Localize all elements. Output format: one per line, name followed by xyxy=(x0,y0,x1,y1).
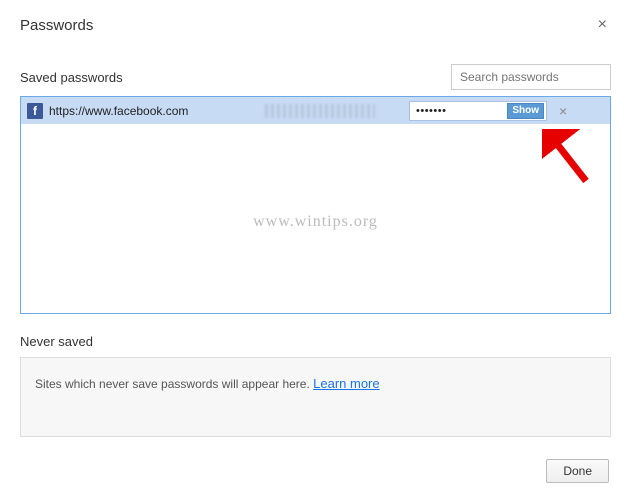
watermark-text: www.wintips.org xyxy=(253,213,378,231)
close-icon[interactable]: × xyxy=(594,14,611,36)
saved-passwords-panel: f https://www.facebook.com ••••••• Show … xyxy=(20,96,611,314)
facebook-icon: f xyxy=(27,103,43,119)
password-field[interactable]: ••••••• Show xyxy=(409,101,547,121)
search-input[interactable] xyxy=(451,64,611,90)
password-mask: ••••••• xyxy=(416,105,446,117)
show-button[interactable]: Show xyxy=(507,103,544,119)
saved-passwords-label: Saved passwords xyxy=(20,70,123,85)
done-button[interactable]: Done xyxy=(546,459,609,483)
site-url: https://www.facebook.com xyxy=(49,104,259,118)
remove-row-icon[interactable]: × xyxy=(559,103,567,119)
password-row[interactable]: f https://www.facebook.com ••••••• Show … xyxy=(21,97,610,124)
page-title: Passwords xyxy=(20,17,93,34)
learn-more-link[interactable]: Learn more xyxy=(313,376,379,391)
never-saved-label: Never saved xyxy=(20,334,611,349)
never-saved-panel: Sites which never save passwords will ap… xyxy=(20,357,611,437)
never-saved-text: Sites which never save passwords will ap… xyxy=(35,377,313,391)
username-blurred xyxy=(265,104,375,118)
red-arrow-annotation xyxy=(542,129,592,187)
